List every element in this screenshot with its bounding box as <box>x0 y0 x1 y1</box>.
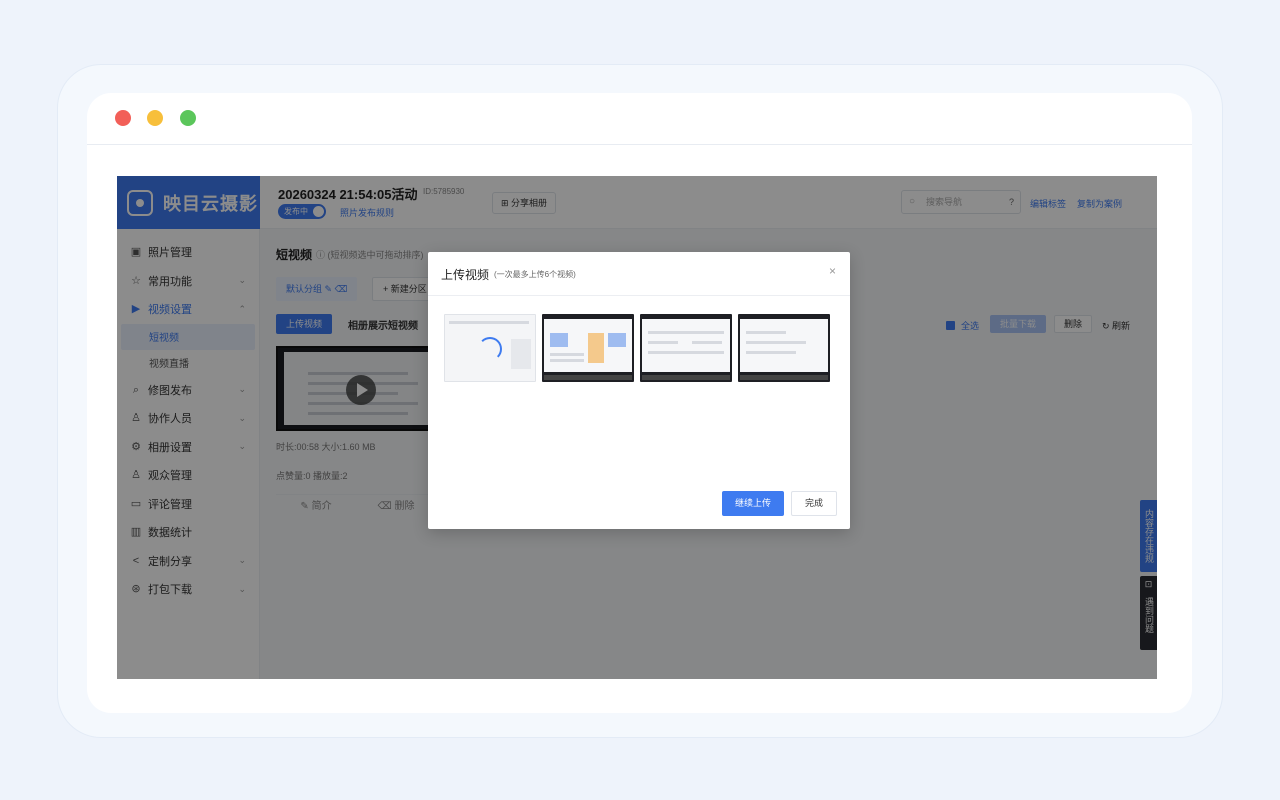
preview-line <box>648 351 724 354</box>
modal-footer: 继续上传 完成 <box>721 491 837 516</box>
upload-thumbnail[interactable] <box>542 314 634 382</box>
preview-screen <box>544 319 632 372</box>
preview-block <box>550 333 568 347</box>
preview-taskbar <box>544 375 632 380</box>
preview-taskbar <box>642 375 730 380</box>
preview-line <box>550 359 584 362</box>
maximize-window-button[interactable] <box>180 110 196 126</box>
upload-thumbnail[interactable] <box>640 314 732 382</box>
done-button[interactable]: 完成 <box>790 491 837 516</box>
preview-block <box>608 333 626 347</box>
modal-header: 上传视频 (一次最多上传6个视频) × <box>428 252 850 296</box>
preview-line <box>550 353 584 356</box>
preview-line <box>648 331 724 334</box>
preview-taskbar <box>740 375 828 380</box>
close-icon[interactable]: × <box>829 264 836 278</box>
preview-line <box>449 321 529 324</box>
modal-subtitle: (一次最多上传6个视频) <box>494 270 576 279</box>
loading-spinner-icon <box>478 337 502 361</box>
upload-thumbnail-loading[interactable] <box>444 314 536 382</box>
app: 映目云摄影 ▣ 照片管理 ☆ 常用功能 ⌄ ▶ 视频设置 ⌃ 短视频 视频直播 … <box>117 176 1157 679</box>
upload-video-modal: 上传视频 (一次最多上传6个视频) × 继续上传 完成 <box>428 252 850 529</box>
preview-line <box>746 331 786 334</box>
window-titlebar <box>87 93 1192 145</box>
preview-screen <box>740 319 828 372</box>
close-window-button[interactable] <box>115 110 131 126</box>
preview-line <box>692 341 722 344</box>
preview-block <box>588 333 604 363</box>
preview-screen <box>642 319 730 372</box>
preview-pane <box>511 339 531 369</box>
preview-line <box>746 341 806 344</box>
upload-thumbnails <box>444 314 830 382</box>
modal-title: 上传视频 <box>441 268 490 282</box>
minimize-window-button[interactable] <box>147 110 163 126</box>
continue-upload-button[interactable]: 继续上传 <box>721 491 784 516</box>
preview-line <box>746 351 796 354</box>
upload-thumbnail[interactable] <box>738 314 830 382</box>
preview-line <box>648 341 678 344</box>
